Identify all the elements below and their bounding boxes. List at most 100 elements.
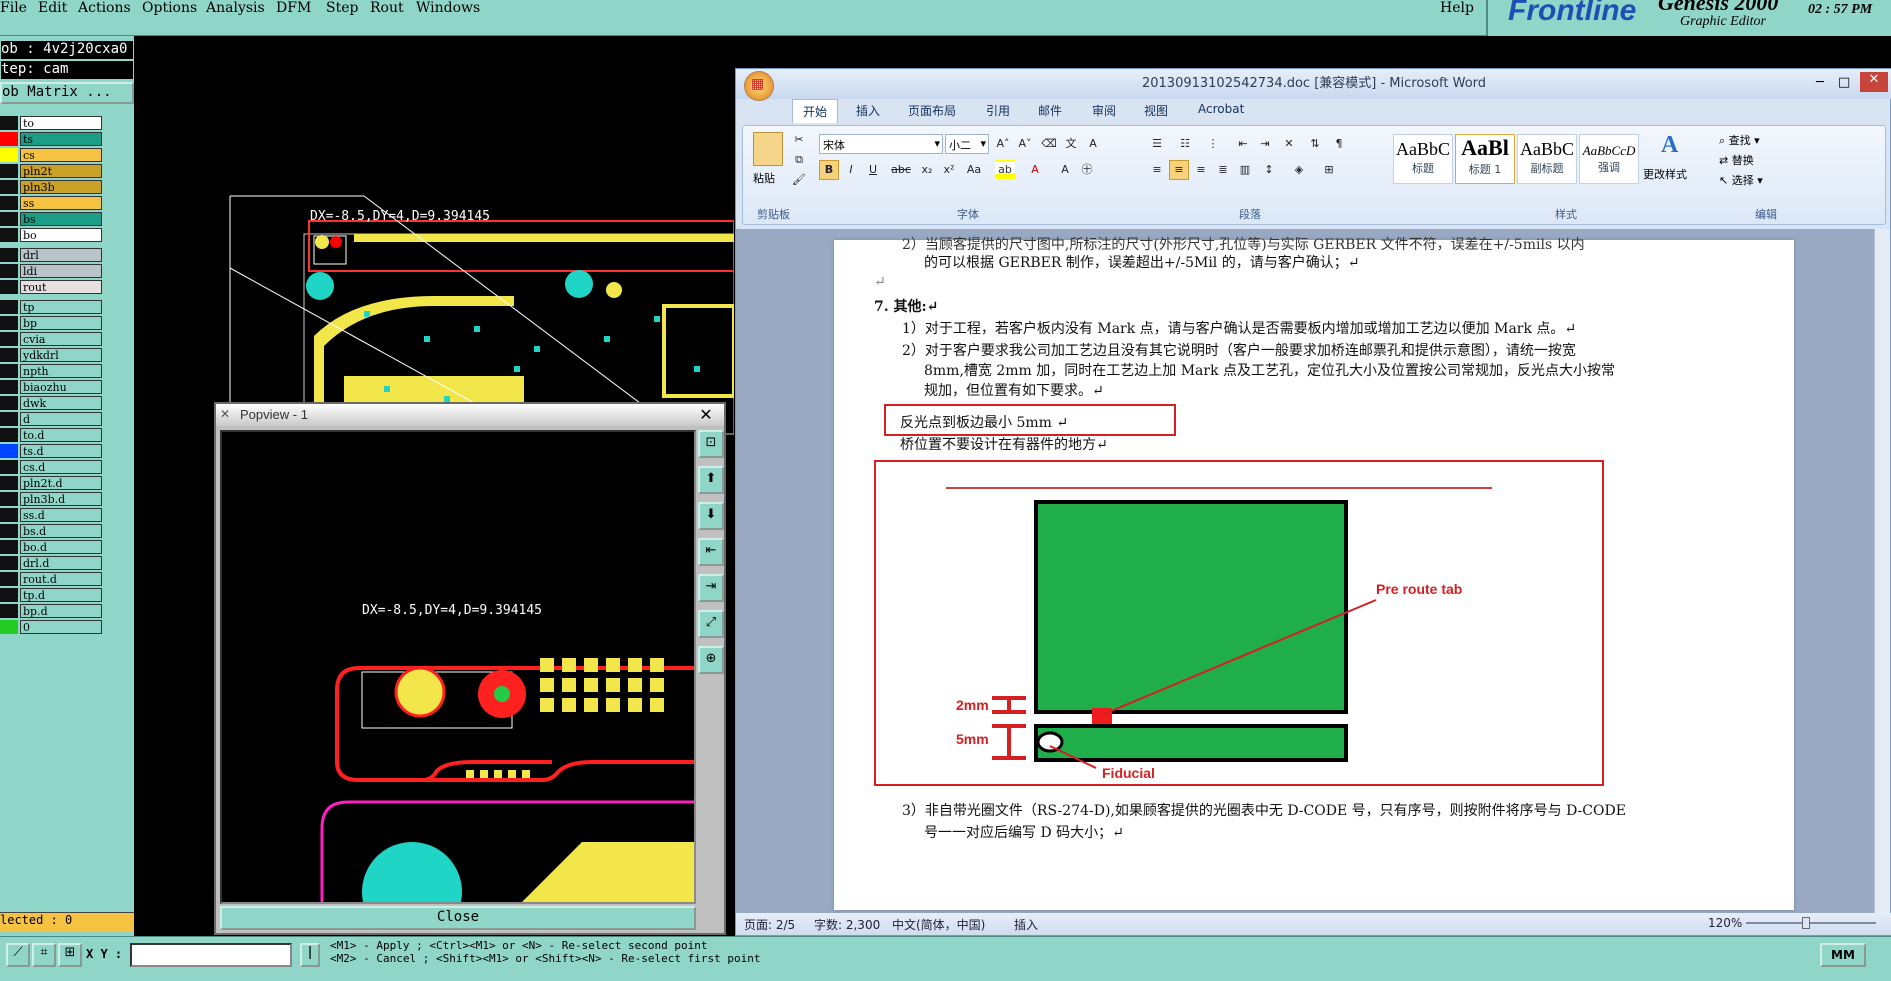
grow-font-icon[interactable]: A˄ bbox=[993, 134, 1013, 154]
layer-swatch[interactable] bbox=[0, 164, 18, 178]
font-color-icon[interactable]: A bbox=[1025, 160, 1045, 180]
lang-indicator[interactable]: 中文(简体，中国) bbox=[892, 916, 985, 933]
vertical-scrollbar[interactable] bbox=[1874, 229, 1890, 913]
multilevel-list-icon[interactable]: ⋮ bbox=[1203, 134, 1223, 154]
tab-home[interactable]: 开始 bbox=[792, 99, 839, 123]
strikethrough-icon[interactable]: abc bbox=[889, 160, 913, 180]
layer-swatch[interactable] bbox=[0, 460, 18, 474]
layer-swatch[interactable] bbox=[0, 476, 18, 490]
layer-swatch[interactable] bbox=[0, 300, 18, 314]
layer-row[interactable]: cs bbox=[0, 148, 104, 162]
menu-dfm[interactable]: DFM bbox=[276, 0, 311, 16]
layer-swatch[interactable] bbox=[0, 524, 18, 538]
align-center-icon[interactable]: ≡ bbox=[1169, 160, 1189, 180]
cut-icon[interactable]: ✂ bbox=[789, 130, 809, 150]
layer-swatch[interactable] bbox=[0, 196, 18, 210]
tab-review[interactable]: 审阅 bbox=[1092, 102, 1116, 119]
layer-swatch[interactable] bbox=[0, 492, 18, 506]
layer-row[interactable]: cvia bbox=[0, 332, 104, 346]
layer-row[interactable]: dwk bbox=[0, 396, 104, 410]
replace-button[interactable]: ⇄ 替换 bbox=[1719, 152, 1754, 168]
layer-swatch[interactable] bbox=[0, 444, 18, 458]
layer-swatch[interactable] bbox=[0, 148, 18, 162]
subscript-icon[interactable]: x₂ bbox=[917, 160, 937, 180]
fit-icon[interactable]: ⊡ bbox=[698, 430, 724, 458]
tab-mailings[interactable]: 邮件 bbox=[1038, 102, 1062, 119]
layer-swatch[interactable] bbox=[0, 212, 18, 226]
menu-actions[interactable]: Actions bbox=[78, 0, 131, 16]
tab-insert[interactable]: 插入 bbox=[856, 102, 880, 119]
layer-swatch[interactable] bbox=[0, 380, 18, 394]
char-shading-icon[interactable]: A bbox=[1055, 160, 1075, 180]
layer-swatch[interactable] bbox=[0, 572, 18, 586]
increase-indent-icon[interactable]: ⇥ bbox=[1255, 134, 1275, 154]
layer-row[interactable]: bs.d bbox=[0, 524, 104, 538]
zoom-extent-icon[interactable]: ⤢ bbox=[698, 610, 724, 638]
units-indicator[interactable]: MM bbox=[1820, 943, 1866, 967]
style-emphasis[interactable]: AaBbCcD 强调 bbox=[1579, 134, 1639, 184]
paste-icon[interactable] bbox=[753, 132, 783, 166]
tab-page-layout[interactable]: 页面布局 bbox=[908, 102, 956, 119]
style-heading-1[interactable]: AaBl 标题 1 bbox=[1455, 134, 1515, 184]
shading-icon[interactable]: ◈ bbox=[1289, 160, 1309, 180]
layer-swatch[interactable] bbox=[0, 620, 18, 634]
layer-row[interactable]: pln3b.d bbox=[0, 492, 104, 506]
asian-layout-icon[interactable]: ✕ bbox=[1279, 134, 1299, 154]
show-marks-icon[interactable]: ¶ bbox=[1329, 134, 1349, 154]
tab-view[interactable]: 视图 bbox=[1144, 102, 1168, 119]
layer-swatch[interactable] bbox=[0, 316, 18, 330]
style-subtitle[interactable]: AaBbC 副标题 bbox=[1517, 134, 1577, 184]
layer-row[interactable]: pln3b bbox=[0, 180, 104, 194]
layer-row[interactable]: ts.d bbox=[0, 444, 104, 458]
window-close-icon[interactable]: ✕ bbox=[1860, 72, 1888, 92]
popview-close-button[interactable]: Close bbox=[220, 906, 696, 930]
layer-row[interactable]: rout bbox=[0, 280, 104, 294]
select-button[interactable]: ↖ 选择 ▾ bbox=[1719, 172, 1763, 188]
layer-row[interactable]: pln2t bbox=[0, 164, 104, 178]
phonetic-icon[interactable]: 文 bbox=[1061, 134, 1081, 154]
layer-row[interactable]: tp bbox=[0, 300, 104, 314]
pan-right-icon[interactable]: ⇥ bbox=[698, 574, 724, 602]
layer-swatch[interactable] bbox=[0, 540, 18, 554]
menu-windows[interactable]: Windows bbox=[416, 0, 480, 16]
xy-input[interactable] bbox=[130, 943, 292, 967]
job-matrix-button[interactable]: ob Matrix ... bbox=[0, 82, 134, 104]
bold-icon[interactable]: B bbox=[819, 160, 839, 180]
info-icon[interactable]: ǀ bbox=[300, 943, 320, 967]
zoom-level[interactable]: 120% bbox=[1708, 916, 1742, 930]
layer-swatch[interactable] bbox=[0, 556, 18, 570]
clear-format-icon[interactable]: ⌫ bbox=[1039, 134, 1059, 154]
align-right-icon[interactable]: ≡ bbox=[1191, 160, 1211, 180]
pan-down-icon[interactable]: ⬇ bbox=[698, 502, 724, 530]
superscript-icon[interactable]: x² bbox=[939, 160, 959, 180]
pan-up-icon[interactable]: ⬆ bbox=[698, 466, 724, 494]
layer-row[interactable]: biaozhu bbox=[0, 380, 104, 394]
layer-row[interactable]: 0 bbox=[0, 620, 104, 634]
minimize-icon[interactable]: ─ bbox=[1816, 75, 1824, 90]
find-button[interactable]: ⌕ 查找 ▾ bbox=[1719, 132, 1760, 148]
layer-swatch[interactable] bbox=[0, 264, 18, 278]
zoom-slider[interactable] bbox=[1746, 922, 1876, 924]
menu-step[interactable]: Step bbox=[326, 0, 358, 16]
font-size-select[interactable]: 小二 ▾ bbox=[945, 134, 989, 154]
layer-row[interactable]: bp.d bbox=[0, 604, 104, 618]
layer-swatch[interactable] bbox=[0, 248, 18, 262]
snap-icon[interactable]: ⟋ bbox=[6, 943, 30, 967]
decrease-indent-icon[interactable]: ⇤ bbox=[1233, 134, 1253, 154]
layer-swatch[interactable] bbox=[0, 412, 18, 426]
pan-left-icon[interactable]: ⇤ bbox=[698, 538, 724, 566]
menu-file[interactable]: File bbox=[0, 0, 27, 16]
layer-row[interactable]: pln2t.d bbox=[0, 476, 104, 490]
menu-edit[interactable]: Edit bbox=[38, 0, 67, 16]
layer-row[interactable]: tp.d bbox=[0, 588, 104, 602]
layer-swatch[interactable] bbox=[0, 604, 18, 618]
char-border-icon[interactable]: A bbox=[1083, 134, 1103, 154]
layer-row[interactable]: ldi bbox=[0, 264, 104, 278]
layer-swatch[interactable] bbox=[0, 428, 18, 442]
close-icon[interactable]: ✕ bbox=[692, 405, 720, 424]
layer-swatch[interactable] bbox=[0, 332, 18, 346]
style-title[interactable]: AaBbC 标题 bbox=[1393, 134, 1453, 184]
popview-canvas[interactable]: DX=-8.5,DY=4,D=9.394145 bbox=[220, 430, 696, 942]
highlight-icon[interactable]: ab bbox=[995, 160, 1015, 180]
layer-row[interactable]: ydkdrl bbox=[0, 348, 104, 362]
